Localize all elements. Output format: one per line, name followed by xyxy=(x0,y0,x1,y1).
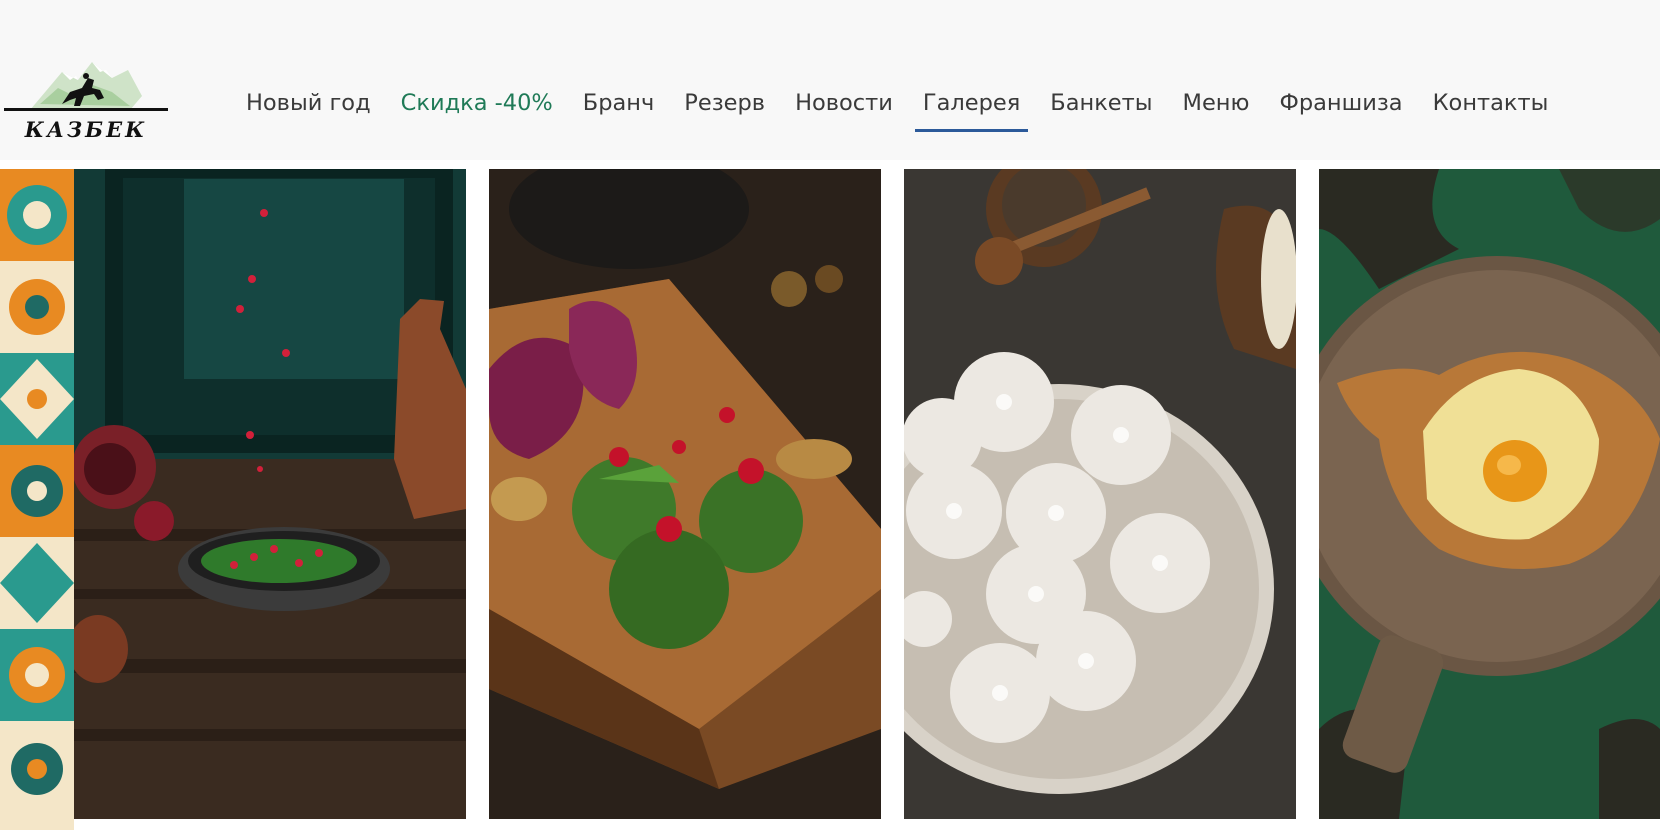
nav-item-discount[interactable]: Скидка -40% xyxy=(401,86,553,120)
ornament-strip xyxy=(0,169,74,830)
gallery-photo-salad[interactable] xyxy=(74,169,466,819)
nav-item-gallery[interactable]: Галерея xyxy=(914,86,1029,132)
nav-item-brunch[interactable]: Бранч xyxy=(583,86,655,120)
nav-item-banquets[interactable]: Банкеты xyxy=(1050,86,1152,120)
gallery-photo-pkhali[interactable] xyxy=(489,169,881,819)
pkhali-photo-image xyxy=(489,169,881,819)
nav-item-contacts[interactable]: Контакты xyxy=(1433,86,1549,120)
nav-item-reserve[interactable]: Резерв xyxy=(684,86,765,120)
site-header: КАЗБЕК Новый год Скидка -40% Бранч Резер… xyxy=(0,0,1660,160)
salad-photo-image xyxy=(74,169,466,819)
khachapuri-photo-image xyxy=(1319,169,1660,819)
nav-item-news[interactable]: Новости xyxy=(795,86,893,120)
brand-logo-text: КАЗБЕК xyxy=(24,117,148,142)
nav-item-franchise[interactable]: Франшиза xyxy=(1279,86,1402,120)
photo-gallery xyxy=(0,169,1660,830)
gallery-photo-khachapuri[interactable] xyxy=(1319,169,1660,819)
georgian-tile-pattern-icon xyxy=(0,169,74,830)
gallery-photo-khinkali[interactable] xyxy=(904,169,1296,819)
nav-item-menu[interactable]: Меню xyxy=(1183,86,1250,120)
main-nav: Новый год Скидка -40% Бранч Резерв Новос… xyxy=(246,86,1548,132)
nav-item-new-year[interactable]: Новый год xyxy=(246,86,371,120)
khinkali-photo-image xyxy=(904,169,1296,819)
